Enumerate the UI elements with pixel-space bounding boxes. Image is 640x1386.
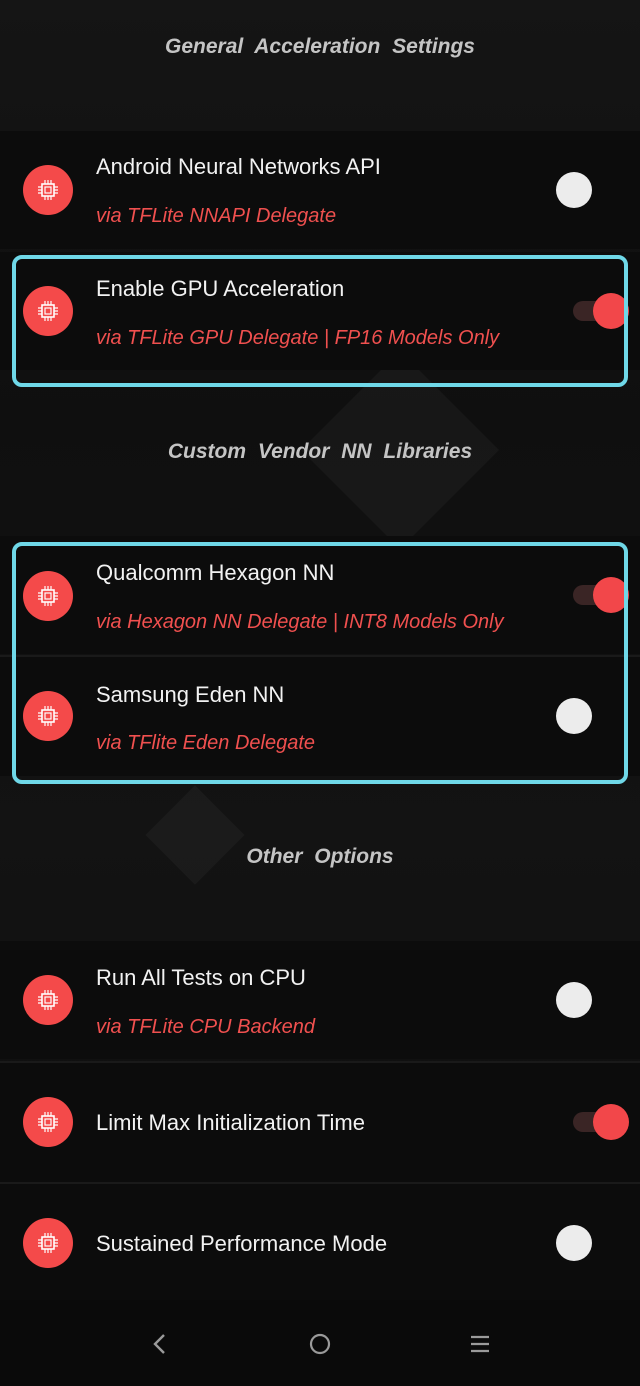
hexagon-toggle[interactable] bbox=[563, 575, 629, 615]
setting-row-eden[interactable]: Samsung Eden NN via TFlite Eden Delegate bbox=[0, 655, 640, 776]
setting-subtitle: via TFLite NNAPI Delegate bbox=[96, 205, 337, 227]
setting-subtitle: via TFLite GPU Delegate | FP16 Models On… bbox=[96, 327, 500, 349]
setting-title: Sustained Performance Mode bbox=[96, 1231, 388, 1256]
setting-row-gpu[interactable]: Enable GPU Acceleration via TFLite GPU D… bbox=[0, 252, 640, 370]
setting-title: Android Neural Networks API bbox=[96, 154, 381, 179]
settings-screen: General Acceleration Settings Android Ne… bbox=[0, 0, 640, 1386]
nnapi-toggle[interactable] bbox=[552, 170, 614, 210]
sustained-toggle[interactable] bbox=[552, 1223, 614, 1263]
chip-icon bbox=[23, 691, 73, 741]
back-chevron-icon[interactable] bbox=[140, 1324, 180, 1364]
setting-subtitle: via TFlite Eden Delegate bbox=[96, 732, 316, 754]
setting-subtitle: via Hexagon NN Delegate | INT8 Models On… bbox=[96, 611, 504, 633]
setting-row-nnapi[interactable]: Android Neural Networks API via TFLite N… bbox=[0, 131, 640, 249]
setting-title: Limit Max Initialization Time bbox=[96, 1110, 365, 1135]
eden-toggle[interactable] bbox=[552, 696, 614, 736]
setting-row-sustained[interactable]: Sustained Performance Mode bbox=[0, 1182, 640, 1300]
chip-icon bbox=[23, 1097, 73, 1147]
chip-icon bbox=[23, 1218, 73, 1268]
setting-title: Samsung Eden NN bbox=[96, 682, 285, 707]
navigation-bar bbox=[0, 1300, 640, 1386]
section-title-vendor: Custom Vendor NN Libraries bbox=[167, 440, 473, 463]
chip-icon bbox=[23, 165, 73, 215]
setting-row-cpu[interactable]: Run All Tests on CPU via TFLite CPU Back… bbox=[0, 941, 640, 1059]
init-time-toggle[interactable] bbox=[563, 1102, 629, 1142]
chip-icon bbox=[23, 286, 73, 336]
menu-lines-icon[interactable] bbox=[460, 1324, 500, 1364]
section-title-general: General Acceleration Settings bbox=[165, 35, 475, 58]
chip-icon bbox=[23, 975, 73, 1025]
gpu-toggle[interactable] bbox=[563, 291, 629, 331]
home-circle-icon[interactable] bbox=[300, 1324, 340, 1364]
setting-subtitle: via TFLite CPU Backend bbox=[96, 1016, 315, 1038]
setting-row-init-time[interactable]: Limit Max Initialization Time bbox=[0, 1061, 640, 1182]
background-decoration bbox=[145, 785, 245, 885]
chip-icon bbox=[23, 571, 73, 621]
setting-title: Run All Tests on CPU bbox=[96, 965, 306, 990]
setting-title: Qualcomm Hexagon NN bbox=[96, 560, 335, 585]
section-title-other: Other Options bbox=[246, 845, 394, 868]
setting-row-hexagon[interactable]: Qualcomm Hexagon NN via Hexagon NN Deleg… bbox=[0, 536, 640, 654]
cpu-toggle[interactable] bbox=[552, 980, 614, 1020]
setting-title: Enable GPU Acceleration bbox=[96, 276, 345, 301]
